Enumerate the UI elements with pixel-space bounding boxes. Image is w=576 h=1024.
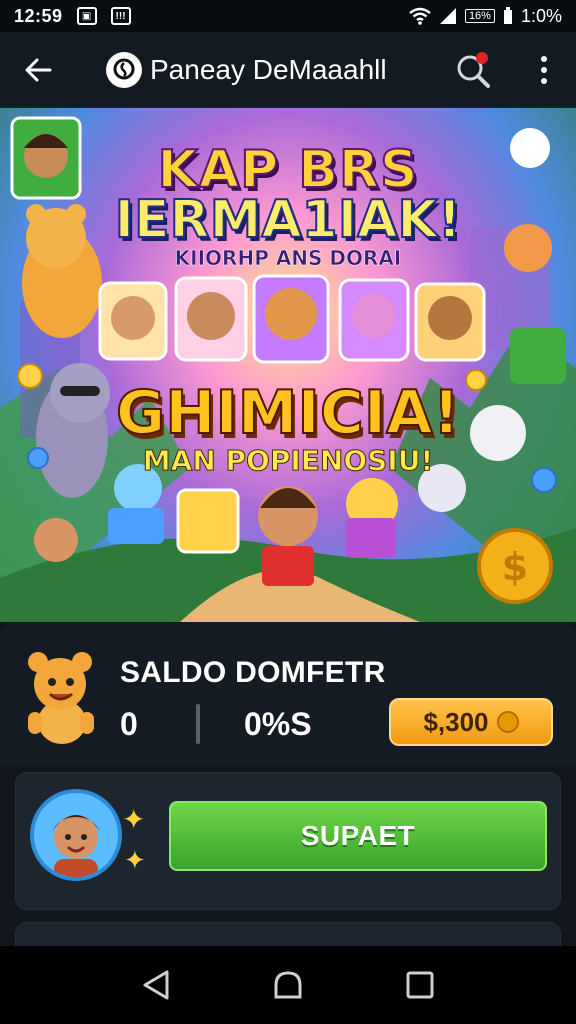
wifi-icon xyxy=(409,7,431,25)
balance-divider xyxy=(196,704,200,744)
battery-icon xyxy=(503,7,512,24)
search-badge xyxy=(476,52,488,64)
coin-purchase-button[interactable]: $,300 xyxy=(389,698,553,746)
nav-home-icon xyxy=(274,971,302,999)
nav-recents-button[interactable] xyxy=(396,961,444,1009)
banner-title-line-2: IERMA1IAK! xyxy=(114,189,463,251)
back-arrow-icon xyxy=(25,58,52,81)
navigation-bar xyxy=(0,946,576,1024)
balance-value-primary: 0 xyxy=(120,706,138,742)
app-bar: Paneay DeMaaahll xyxy=(0,32,576,108)
signal-icon xyxy=(439,8,456,24)
avatar xyxy=(30,789,122,881)
balance-card: SALDO DOMFETR 0 0%S $,300 xyxy=(0,622,576,767)
nav-home-button[interactable] xyxy=(264,961,312,1009)
sparkle-icon: ✦ xyxy=(122,804,146,835)
banner-tagline-2: MAN POPIENOSIU! xyxy=(142,444,434,478)
nav-back-icon xyxy=(143,970,169,1000)
support-button[interactable]: SUPAET xyxy=(169,801,547,871)
banner-title-line-3: GHIMICIA! xyxy=(115,377,461,449)
search-icon xyxy=(457,52,490,88)
app-logo-icon xyxy=(106,51,142,88)
svg-text:$: $ xyxy=(502,545,528,589)
back-button[interactable] xyxy=(0,32,76,108)
coin-button-label: $,300 xyxy=(423,706,489,737)
more-vert-icon xyxy=(541,56,547,62)
support-card: ✦ ✦ SUPAET xyxy=(15,772,561,910)
balance-label: SALDO DOMFETR xyxy=(120,656,386,689)
mascot-icon xyxy=(28,652,94,744)
more-options-button[interactable] xyxy=(526,50,562,90)
character-avatar-icon xyxy=(34,793,118,877)
status-icons: 16% 1:0% xyxy=(409,6,562,27)
sparkle-icon: ✦ xyxy=(124,845,146,875)
status-bar: 12:59 ▣ !!! 16% 1:0% xyxy=(0,0,576,32)
phone-screen: 12:59 ▣ !!! 16% 1:0% Paneay DeMaaahll $ … xyxy=(0,0,576,1024)
coin-icon xyxy=(496,711,519,733)
app-title: Paneay DeMaaahll xyxy=(150,53,387,85)
battery-badge: 16% xyxy=(464,9,495,23)
status-time: 12:59 xyxy=(14,5,63,26)
banner-tagline-1: KIIORHP ANS DORAI xyxy=(174,246,402,271)
promo-banner[interactable]: $ KAP BRS IERMA1IAK! KIIORHP ANS DORAI G… xyxy=(0,108,576,622)
battery-text: 1:0% xyxy=(520,5,562,26)
balance-value-secondary: 0%S xyxy=(244,706,312,742)
notification-icon: !!! xyxy=(110,7,131,25)
nav-back-button[interactable] xyxy=(132,961,180,1009)
nav-recents-icon xyxy=(406,971,434,999)
search-button[interactable] xyxy=(452,50,496,90)
image-icon: ▣ xyxy=(76,7,97,25)
